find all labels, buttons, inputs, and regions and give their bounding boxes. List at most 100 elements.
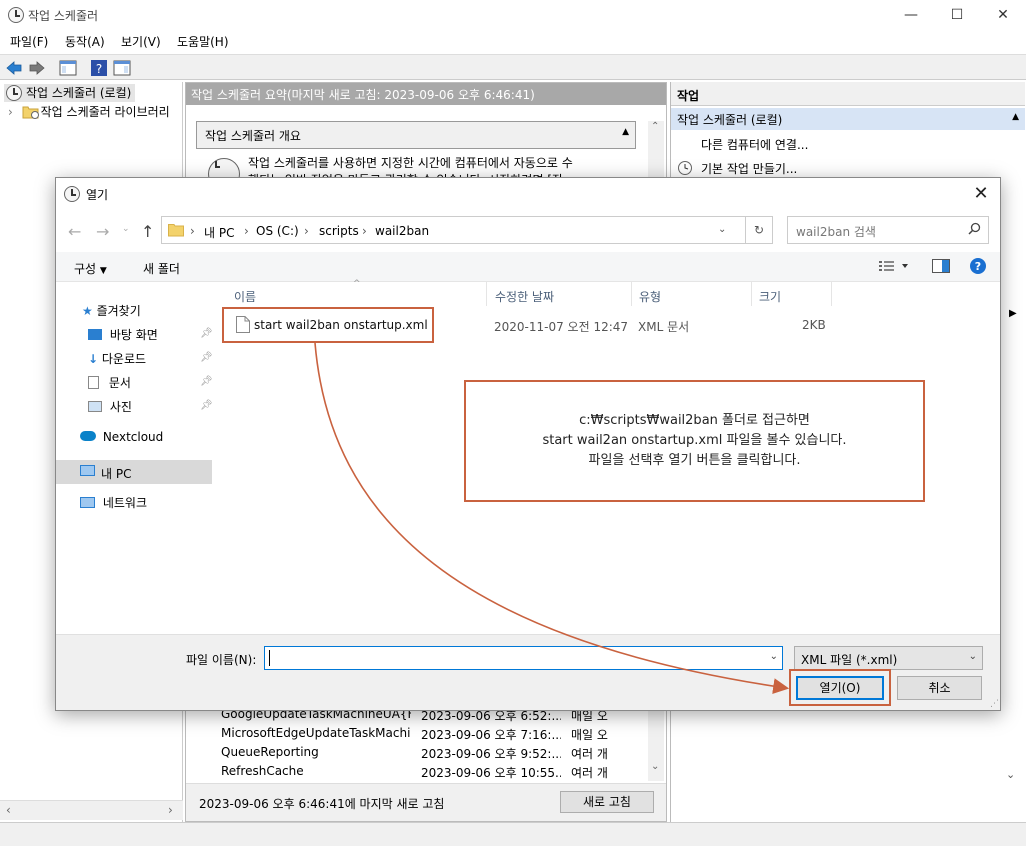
chevron-right-icon[interactable]: ›: [8, 105, 13, 119]
nav-quick-access[interactable]: ★ 즐겨찾기: [82, 302, 141, 324]
refresh-icon[interactable]: ↻: [745, 216, 773, 244]
command-bar: 구성 ▼ 새 폴더 ?: [56, 252, 1000, 282]
actions-section-header[interactable]: 작업 스케줄러 (로컬) ▲: [671, 108, 1025, 130]
column-modified[interactable]: 수정한 날짜: [495, 288, 554, 305]
svg-text:?: ?: [96, 62, 102, 76]
expand-arrow-icon[interactable]: ▶: [1009, 308, 1017, 319]
sort-indicator-icon: ^: [353, 279, 361, 289]
tree-item-scheduler-local[interactable]: 작업 스케줄러 (로컬): [4, 84, 136, 102]
file-type: XML 문서: [638, 320, 690, 334]
pin-icon: 📌︎: [200, 400, 213, 411]
svg-text:?: ?: [975, 260, 981, 273]
nav-nextcloud[interactable]: Nextcloud: [80, 430, 163, 452]
forward-arrow-icon[interactable]: →: [96, 222, 109, 241]
collapse-icon[interactable]: ▲: [1012, 112, 1019, 122]
xml-file-icon: [236, 316, 250, 333]
table-row[interactable]: RefreshCache 2023-09-06 오후 10:55... 여러 개: [216, 762, 636, 781]
close-button[interactable]: ✕: [980, 0, 1026, 30]
dialog-close-icon[interactable]: ✕: [966, 180, 996, 208]
nav-downloads[interactable]: ↓ 다운로드 📌︎: [88, 350, 213, 372]
toolbar: ?: [0, 54, 1026, 80]
nav-desktop[interactable]: 바탕 화면 📌︎: [88, 326, 213, 348]
back-icon[interactable]: [4, 58, 24, 78]
collapse-icon[interactable]: ▲: [622, 127, 629, 137]
computer-icon: [80, 465, 95, 476]
view-options-icon[interactable]: [878, 259, 908, 276]
scroll-up-icon[interactable]: ⌃: [651, 121, 659, 132]
breadcrumb-this-pc[interactable]: 내 PC: [204, 224, 234, 241]
text-cursor: [269, 650, 270, 666]
scroll-down-icon[interactable]: ⌄: [651, 761, 659, 772]
forward-icon[interactable]: [27, 58, 47, 78]
file-row[interactable]: start wail2ban onstartup.xml 2020-11-07 …: [220, 307, 840, 343]
nextcloud-icon: [80, 431, 96, 441]
minimize-button[interactable]: —: [888, 0, 934, 30]
menu-action[interactable]: 동작(A): [65, 33, 105, 50]
menu-view[interactable]: 보기(V): [121, 33, 161, 50]
address-bar[interactable]: › 내 PC › OS (C:) › scripts › wail2ban ⌄: [161, 216, 773, 244]
scroll-down-icon[interactable]: ⌄: [1006, 768, 1015, 781]
new-folder-button[interactable]: 새 폴더: [143, 260, 180, 277]
recent-locations-icon[interactable]: ⌄: [122, 224, 130, 234]
column-type[interactable]: 유형: [639, 288, 661, 305]
folder-icon: [168, 224, 184, 237]
maximize-button[interactable]: ☐: [934, 0, 980, 30]
connect-another-computer[interactable]: 다른 컴퓨터에 연결...: [701, 136, 808, 153]
address-dropdown-icon[interactable]: ⌄: [718, 224, 726, 235]
dialog-clock-icon: [64, 186, 80, 202]
folder-clock-icon: [22, 106, 39, 119]
actions-header: 작업: [671, 82, 1025, 106]
breadcrumb-os-c[interactable]: OS (C:): [256, 224, 299, 238]
preview-pane-icon[interactable]: [932, 259, 950, 276]
breadcrumb-scripts[interactable]: scripts: [319, 224, 359, 238]
window-title: 작업 스케줄러: [28, 9, 99, 23]
nav-pictures[interactable]: 사진 📌︎: [88, 398, 213, 420]
pin-icon: 📌︎: [200, 352, 213, 363]
open-file-dialog: 열기 ✕ ← → ⌄ ↑ › 내 PC › OS (C:) › scripts …: [55, 177, 1001, 711]
pictures-icon: [88, 401, 102, 412]
show-hide-tree-icon[interactable]: [58, 58, 78, 78]
overview-section-header[interactable]: 작업 스케줄러 개요 ▲: [196, 121, 636, 149]
search-input[interactable]: wail2ban 검색: [787, 216, 989, 244]
table-row[interactable]: MicrosoftEdgeUpdateTaskMachin... 2023-09…: [216, 724, 636, 743]
organize-button[interactable]: 구성 ▼: [74, 260, 107, 277]
show-hide-action-pane-icon[interactable]: [112, 58, 132, 78]
up-arrow-icon[interactable]: ↑: [141, 222, 154, 241]
navigation-pane: ★ 즐겨찾기 바탕 화면 📌︎ ↓ 다운로드 📌︎ 문서 📌︎ 사진 📌︎ Ne…: [56, 282, 214, 634]
refresh-button[interactable]: 새로 고침: [560, 791, 654, 813]
file-name-input[interactable]: ⌄: [264, 646, 783, 670]
nav-this-pc[interactable]: 내 PC: [56, 460, 212, 484]
tree-item-library[interactable]: › 작업 스케줄러 라이브러리: [8, 103, 170, 121]
file-size: 2KB: [802, 318, 826, 332]
annotation-line2: start wail2an onstartup.xml 파일을 볼수 있습니다.: [542, 433, 847, 448]
cancel-button[interactable]: 취소: [897, 676, 982, 700]
resize-grip-icon[interactable]: ⋰: [990, 699, 999, 709]
document-icon: [88, 376, 99, 389]
menu-file[interactable]: 파일(F): [10, 33, 48, 50]
chevron-down-icon[interactable]: ⌄: [770, 651, 778, 662]
tree-horizontal-scrollbar[interactable]: ‹ ›: [0, 800, 183, 820]
search-icon: [968, 222, 981, 238]
help-icon[interactable]: ?: [89, 58, 109, 78]
chevron-down-icon: ⌄: [968, 651, 977, 662]
column-name[interactable]: 이름: [234, 288, 256, 305]
pin-icon: 📌︎: [200, 328, 213, 339]
file-type-select[interactable]: XML 파일 (*.xml) ⌄: [794, 646, 983, 670]
clock-icon: [6, 85, 22, 101]
nav-documents[interactable]: 문서 📌︎: [88, 374, 213, 396]
open-button[interactable]: 열기(O): [796, 676, 884, 700]
file-modified: 2020-11-07 오전 12:47: [494, 320, 629, 334]
status-bar: [0, 822, 1026, 846]
table-row[interactable]: QueueReporting 2023-09-06 오후 9:52:... 여러…: [216, 743, 636, 762]
help-icon[interactable]: ?: [969, 257, 987, 278]
menu-help[interactable]: 도움말(H): [177, 33, 229, 50]
breadcrumb-wail2ban[interactable]: wail2ban: [375, 224, 429, 238]
nav-network[interactable]: 네트워크: [80, 494, 147, 516]
create-basic-task[interactable]: 기본 작업 만들기...: [678, 160, 797, 177]
summary-header: 작업 스케줄러 요약(마지막 새로 고침: 2023-09-06 오후 6:46…: [186, 83, 666, 105]
star-icon: ★: [82, 304, 93, 318]
back-arrow-icon[interactable]: ←: [68, 222, 81, 241]
scroll-left-icon[interactable]: ‹: [6, 803, 11, 817]
column-size[interactable]: 크기: [759, 288, 781, 305]
scroll-right-icon[interactable]: ›: [168, 803, 173, 817]
